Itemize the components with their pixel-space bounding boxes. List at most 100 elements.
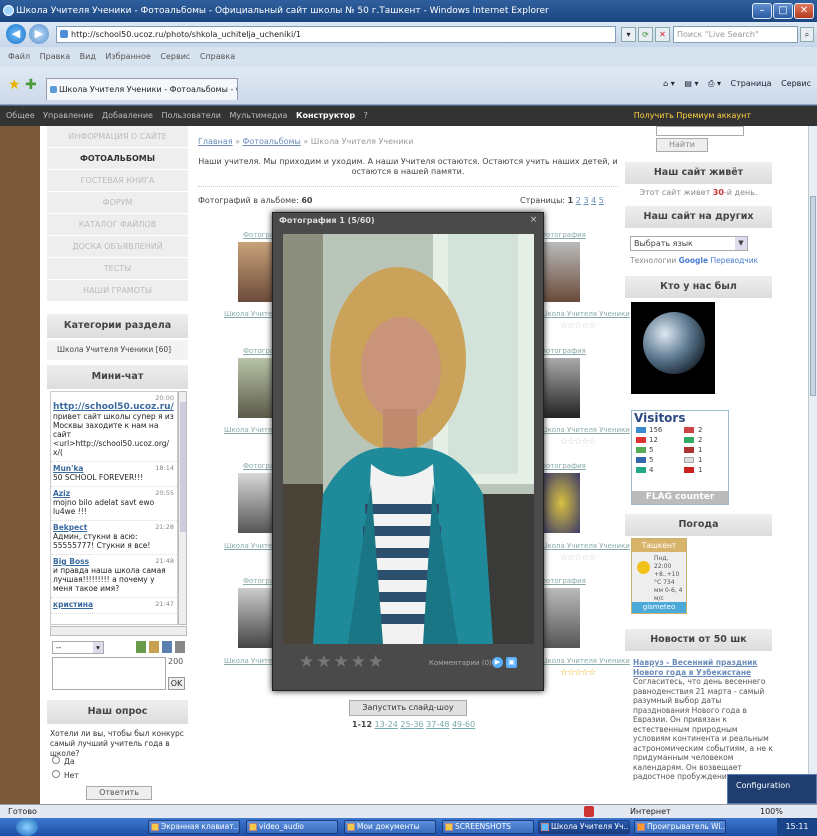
poll-submit-button[interactable]: Ответить: [86, 786, 152, 800]
language-select[interactable]: Выбрать язык ▼: [630, 236, 748, 251]
task-button[interactable]: Мои документы: [344, 820, 436, 834]
address-field[interactable]: http://school50.ucoz.ru/photo/shkola_uch…: [56, 26, 616, 43]
admin-help[interactable]: ?: [364, 111, 368, 120]
menu-tools[interactable]: Сервис: [160, 52, 190, 61]
task-button[interactable]: Проигрыватель Wi...: [634, 820, 726, 834]
forward-button[interactable]: ▶: [29, 24, 49, 44]
photo-rating-stars[interactable]: ★★★★★: [299, 652, 385, 672]
page-link[interactable]: 5: [599, 196, 604, 205]
task-button-active[interactable]: Школа Учителя Уч...: [538, 820, 630, 834]
thumb-title[interactable]: Фотография: [540, 462, 586, 470]
system-clock[interactable]: 15:11: [777, 818, 817, 836]
close-icon[interactable]: ×: [528, 215, 539, 226]
radio-icon[interactable]: [52, 770, 60, 778]
thumb-link[interactable]: Школа Учителя Ученики: [540, 542, 630, 550]
security-shield-icon[interactable]: [584, 806, 594, 817]
favorites-star-icon[interactable]: ★: [8, 77, 21, 93]
chat-ok-button[interactable]: OK: [168, 677, 185, 690]
nav-diplomas[interactable]: НАШИ ГРАМОТЫ: [47, 280, 188, 302]
refresh-icon[interactable]: ⟳: [638, 27, 653, 42]
minimize-button[interactable]: –: [752, 3, 772, 19]
breadcrumb-home[interactable]: Главная: [198, 137, 233, 146]
refresh-chat-icon[interactable]: [162, 641, 172, 653]
menu-file[interactable]: Файл: [8, 52, 30, 61]
poll-option-yes[interactable]: Да: [52, 756, 74, 766]
thumb-title[interactable]: Фотография: [540, 577, 586, 585]
photo-thumbnail[interactable]: [543, 242, 580, 302]
weather-widget[interactable]: Ташкент Пнд, 22:00 +8..+10 °C 734 мм 0-6…: [631, 538, 687, 614]
browser-tab[interactable]: Школа Учителя Ученики - Фотоальбомы - Оф…: [46, 78, 238, 100]
add-favorites-icon[interactable]: ✚: [25, 77, 37, 93]
page-scrollbar-thumb[interactable]: [810, 196, 816, 396]
pager-link[interactable]: 49-60: [452, 720, 475, 729]
pager-link[interactable]: 13-24: [375, 720, 398, 729]
full-size-photo[interactable]: [283, 234, 534, 644]
admin-constructor[interactable]: Конструктор: [296, 111, 355, 120]
nav-board[interactable]: ДОСКА ОБЪЯВЛЕНИЙ: [47, 236, 188, 258]
home-icon[interactable]: ⌂ ▾: [663, 79, 675, 88]
back-button[interactable]: ◀: [6, 24, 26, 44]
nav-guestbook[interactable]: ГОСТЕВАЯ КНИГА: [47, 170, 188, 192]
chat-scrollbar[interactable]: [178, 391, 187, 625]
menu-favorites[interactable]: Избранное: [105, 52, 150, 61]
pager-link[interactable]: 25-36: [400, 720, 423, 729]
admin-users[interactable]: Пользователи: [162, 111, 221, 120]
smiles-icon[interactable]: [149, 641, 159, 653]
search-site-input[interactable]: [656, 126, 744, 136]
menu-view[interactable]: Вид: [80, 52, 96, 61]
chat-history-icon[interactable]: [175, 641, 185, 653]
tools-menu[interactable]: Сервис: [781, 79, 811, 88]
category-link[interactable]: Школа Учителя Ученики [60]: [47, 340, 188, 360]
address-dropdown-button[interactable]: ▾: [621, 27, 636, 42]
task-button[interactable]: Экранная клавиат...: [148, 820, 240, 834]
globe-map-widget[interactable]: [631, 302, 715, 394]
nav-tests[interactable]: ТЕСТЫ: [47, 258, 188, 280]
task-button[interactable]: video_audio: [246, 820, 338, 834]
photo-thumbnail[interactable]: [543, 473, 580, 533]
print-icon[interactable]: ⎙ ▾: [708, 79, 721, 88]
configuration-notification[interactable]: Configuration: [727, 774, 817, 804]
nav-forum[interactable]: ФОРУМ: [47, 192, 188, 214]
thumb-link[interactable]: Школа Учителя Ученики: [540, 310, 630, 318]
chat-hscrollbar[interactable]: [50, 626, 187, 636]
chat-select[interactable]: -- ▾: [52, 641, 104, 654]
thumb-title[interactable]: Фотография: [540, 347, 586, 355]
zoom-level[interactable]: 100%: [760, 805, 783, 818]
thumb-link[interactable]: Школа Учителя Ученики: [540, 426, 630, 434]
chat-message-input[interactable]: [52, 657, 166, 690]
comments-link[interactable]: Комментарии (0): [429, 659, 492, 667]
menu-help[interactable]: Справка: [200, 52, 235, 61]
bbcode-icon[interactable]: [136, 641, 146, 653]
page-link[interactable]: 4: [591, 196, 596, 205]
search-input[interactable]: Поиск "Live Search": [673, 26, 798, 43]
nav-files[interactable]: КАТАЛОГ ФАЙЛОВ: [47, 214, 188, 236]
pager-link[interactable]: 37-48: [426, 720, 449, 729]
photo-thumbnail[interactable]: [543, 358, 580, 418]
chat-scrollbar-thumb[interactable]: [180, 402, 186, 532]
nav-info[interactable]: ИНФОРМАЦИЯ О САЙТЕ: [47, 126, 188, 148]
admin-general[interactable]: Общее: [6, 111, 35, 120]
breadcrumb-photoalbums[interactable]: Фотоальбомы: [243, 137, 301, 146]
task-button[interactable]: SCREENSHOTS: [442, 820, 534, 834]
thumb-title[interactable]: Фотография: [540, 231, 586, 239]
play-icon[interactable]: ▶: [492, 657, 503, 668]
thumb-link[interactable]: Школа Учителя Ученики: [540, 657, 630, 665]
search-icon[interactable]: ⌕: [800, 27, 814, 42]
stop-icon[interactable]: ✕: [655, 27, 670, 42]
radio-icon[interactable]: [52, 756, 60, 764]
page-menu[interactable]: Страница: [731, 79, 772, 88]
page-link[interactable]: 3: [583, 196, 588, 205]
page-link[interactable]: 2: [576, 196, 581, 205]
admin-multimedia[interactable]: Мультимедиа: [229, 111, 287, 120]
slideshow-button[interactable]: Запустить слайд-шоу: [349, 700, 467, 716]
admin-manage[interactable]: Управление: [43, 111, 93, 120]
menu-edit[interactable]: Правка: [40, 52, 70, 61]
start-button[interactable]: [16, 818, 38, 836]
feeds-icon[interactable]: ▤ ▾: [684, 79, 698, 88]
premium-link[interactable]: Получить Премиум аккаунт: [634, 106, 751, 126]
poll-option-no[interactable]: Нет: [52, 770, 79, 780]
news-title-link[interactable]: Навруз - Весенний праздник Нового года в…: [633, 658, 773, 677]
admin-add[interactable]: Добавление: [102, 111, 153, 120]
nav-photoalbums[interactable]: ФОТОАЛЬБОМЫ: [47, 148, 188, 170]
site-search-button[interactable]: Найти: [656, 138, 708, 152]
